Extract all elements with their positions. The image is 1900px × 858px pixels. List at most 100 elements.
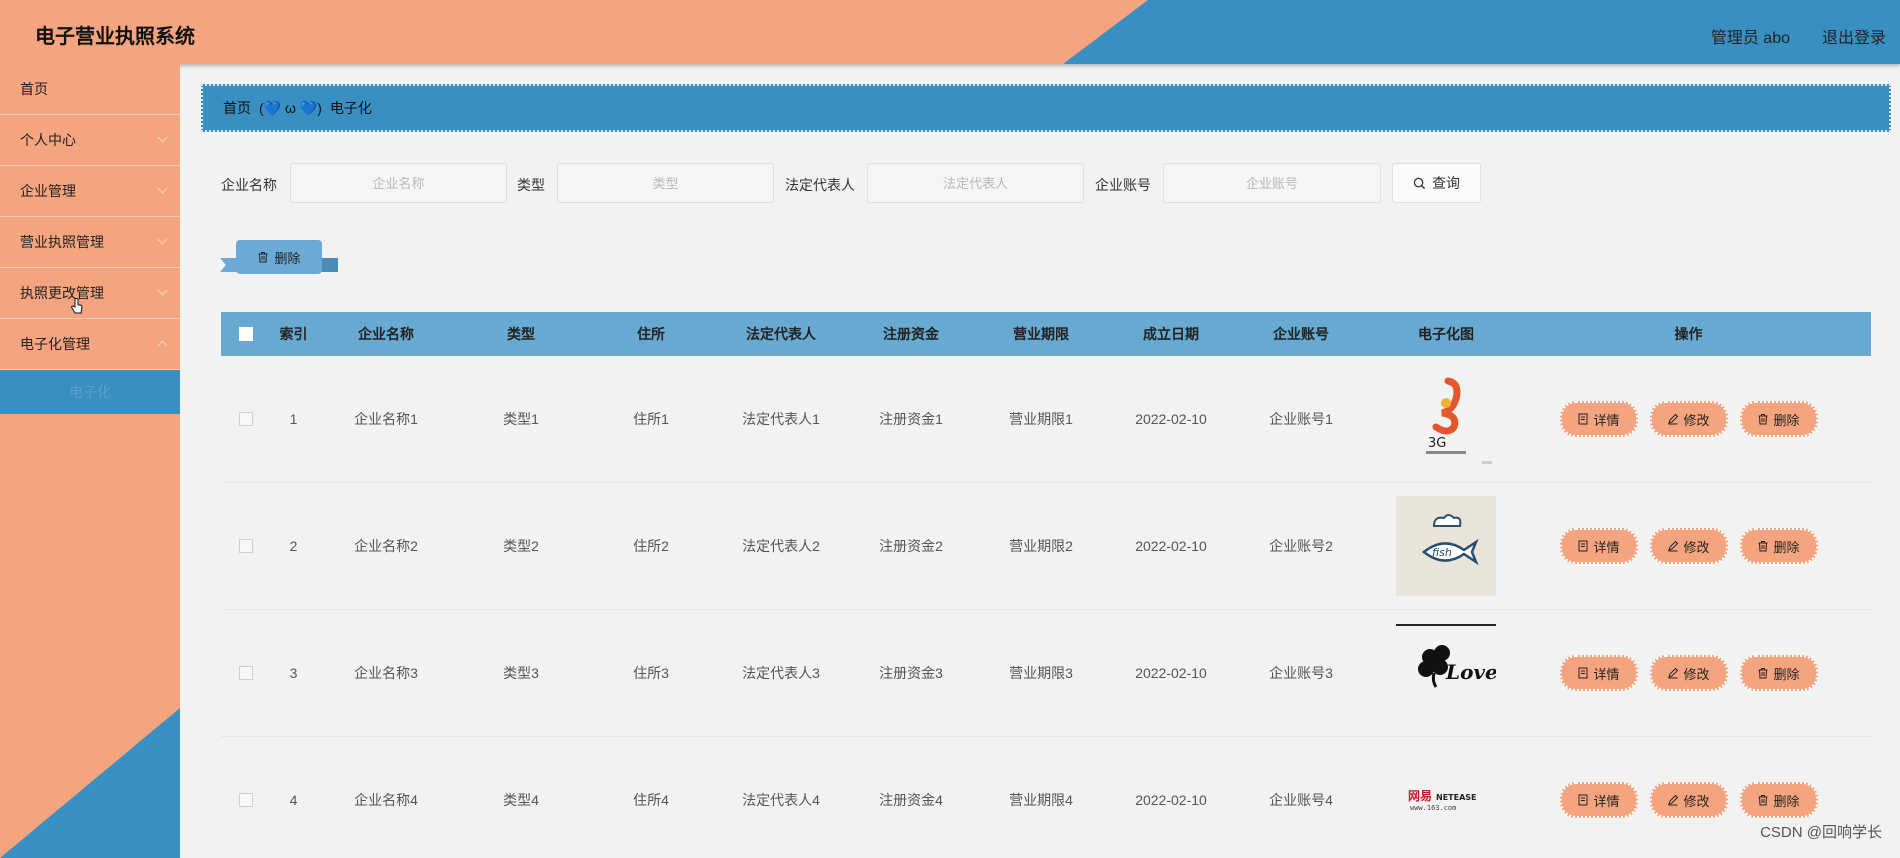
detail-button[interactable]: 详情 [1559, 655, 1638, 691]
trash-icon [1758, 541, 1768, 552]
edit-label: 修改 [1683, 412, 1710, 428]
cell-account: 企业账号3 [1269, 665, 1333, 681]
logout-link[interactable]: 退出登录 [1822, 24, 1886, 48]
cell-address: 住所1 [633, 411, 669, 427]
cell-image: Love [1366, 623, 1526, 723]
breadcrumb-home[interactable]: 首页 [223, 98, 251, 118]
select-all-checkbox[interactable] [239, 327, 253, 341]
sidebar-item-home[interactable]: 首页 [0, 64, 180, 115]
company-name-input[interactable] [290, 163, 507, 203]
company-logo-netease[interactable]: 网易 NETEASE www.163.com [1396, 750, 1496, 850]
sidebar-item-license[interactable]: 营业执照管理 [0, 217, 180, 268]
detail-button[interactable]: 详情 [1559, 528, 1638, 564]
cell-type: 类型4 [503, 792, 539, 808]
detail-label: 详情 [1593, 412, 1620, 428]
delete-label: 删除 [1773, 793, 1800, 809]
detail-label: 详情 [1593, 666, 1620, 682]
edit-button[interactable]: 修改 [1649, 401, 1728, 437]
search-label-type: 类型 [517, 177, 545, 193]
account-input[interactable] [1163, 163, 1381, 203]
netease-en-text: NETEASE [1436, 793, 1477, 802]
hand-cursor-icon [71, 298, 83, 314]
sidebar-item-profile[interactable]: 个人中心 [0, 115, 180, 166]
col-legal-rep: 法定代表人 [746, 326, 816, 342]
cell-account: 企业账号2 [1269, 538, 1333, 554]
col-operations: 操作 [1674, 326, 1703, 342]
table-header: 索引 企业名称 类型 住所 法定代表人 注册资金 营业期限 成立日期 企业账号 … [221, 312, 1871, 356]
bulk-delete-button[interactable]: 删除 [236, 240, 322, 274]
col-type: 类型 [507, 326, 535, 342]
query-button[interactable]: 查询 [1392, 163, 1481, 203]
edit-button[interactable]: 修改 [1649, 655, 1728, 691]
top-header: 电子营业执照系统 管理员 abo 退出登录 [0, 0, 1900, 64]
table-row: 1 企业名称1 类型1 住所1 法定代表人1 注册资金1 营业期限1 2022-… [221, 356, 1871, 483]
company-logo-fish[interactable]: fish [1396, 496, 1496, 596]
data-table: 索引 企业名称 类型 住所 法定代表人 注册资金 营业期限 成立日期 企业账号 … [221, 312, 1871, 858]
header-salmon-band [0, 0, 1148, 64]
col-term: 营业期限 [1013, 326, 1069, 342]
legal-rep-input[interactable] [867, 163, 1084, 203]
edit-label: 修改 [1683, 793, 1710, 809]
sidebar-corner-decor [0, 708, 180, 858]
admin-label: 管理员 abo [1710, 30, 1790, 47]
detail-label: 详情 [1593, 539, 1620, 555]
cell-image: 3G [1366, 369, 1526, 469]
detail-button[interactable]: 详情 [1559, 782, 1638, 818]
chevron-down-icon [157, 183, 168, 194]
query-button-label: 查询 [1432, 175, 1460, 191]
detail-label: 详情 [1593, 793, 1620, 809]
cell-type: 类型3 [503, 665, 539, 681]
col-address: 住所 [637, 326, 665, 342]
delete-button[interactable]: 删除 [1739, 782, 1818, 818]
row-checkbox[interactable] [239, 412, 253, 426]
love-logo-text: Love [1445, 660, 1496, 684]
cell-operations: 详情 修改 删除 [1526, 655, 1851, 691]
table-row: 2 企业名称2 类型2 住所2 法定代表人2 注册资金2 营业期限2 2022-… [221, 483, 1871, 610]
cell-type: 类型1 [503, 411, 539, 427]
trash-icon [1758, 414, 1768, 425]
cell-capital: 注册资金2 [879, 538, 943, 554]
row-checkbox[interactable] [239, 793, 253, 807]
row-check-cell [221, 412, 271, 426]
row-check-cell [221, 793, 271, 807]
company-logo-love[interactable]: Love [1396, 623, 1496, 723]
sidebar-item-label: 执照更改管理 [20, 285, 104, 301]
delete-label: 删除 [1773, 412, 1800, 428]
cell-legal-rep: 法定代表人1 [742, 411, 820, 427]
document-icon [1578, 540, 1588, 552]
cell-operations: 详情 修改 删除 [1526, 528, 1851, 564]
type-input[interactable] [557, 163, 774, 203]
cell-index: 3 [289, 665, 298, 681]
delete-button[interactable]: 删除 [1739, 401, 1818, 437]
cell-company-name: 企业名称2 [354, 538, 418, 554]
sidebar-subitem-digitization[interactable]: 电子化 [0, 370, 180, 414]
bulk-delete-label: 删除 [274, 250, 301, 266]
delete-button[interactable]: 删除 [1739, 655, 1818, 691]
cell-legal-rep: 法定代表人2 [742, 538, 820, 554]
header-check-cell [221, 327, 271, 341]
cell-date: 2022-02-10 [1135, 538, 1207, 554]
edit-button[interactable]: 修改 [1649, 782, 1728, 818]
delete-label: 删除 [1773, 666, 1800, 682]
company-logo-3g[interactable]: 3G [1396, 369, 1496, 469]
edit-button[interactable]: 修改 [1649, 528, 1728, 564]
cell-company-name: 企业名称4 [354, 792, 418, 808]
cell-date: 2022-02-10 [1135, 411, 1207, 427]
row-checkbox[interactable] [239, 666, 253, 680]
cell-account: 企业账号4 [1269, 792, 1333, 808]
breadcrumb-emoji: (💙 ω 💙) [259, 99, 322, 116]
cell-legal-rep: 法定代表人4 [742, 792, 820, 808]
delete-button[interactable]: 删除 [1739, 528, 1818, 564]
document-icon [1578, 794, 1588, 806]
cell-index: 1 [289, 411, 298, 427]
row-check-cell [221, 539, 271, 553]
breadcrumb-current: 电子化 [329, 100, 372, 116]
cell-term: 营业期限1 [1009, 411, 1073, 427]
detail-button[interactable]: 详情 [1559, 401, 1638, 437]
sidebar-item-digitization[interactable]: 电子化管理 [0, 319, 180, 370]
breadcrumb: 首页 (💙 ω 💙) 电子化 [201, 84, 1891, 132]
app-title: 电子营业执照系统 [35, 26, 195, 48]
row-checkbox[interactable] [239, 539, 253, 553]
sidebar-item-license-change[interactable]: 执照更改管理 [0, 268, 180, 319]
sidebar-item-company[interactable]: 企业管理 [0, 166, 180, 217]
